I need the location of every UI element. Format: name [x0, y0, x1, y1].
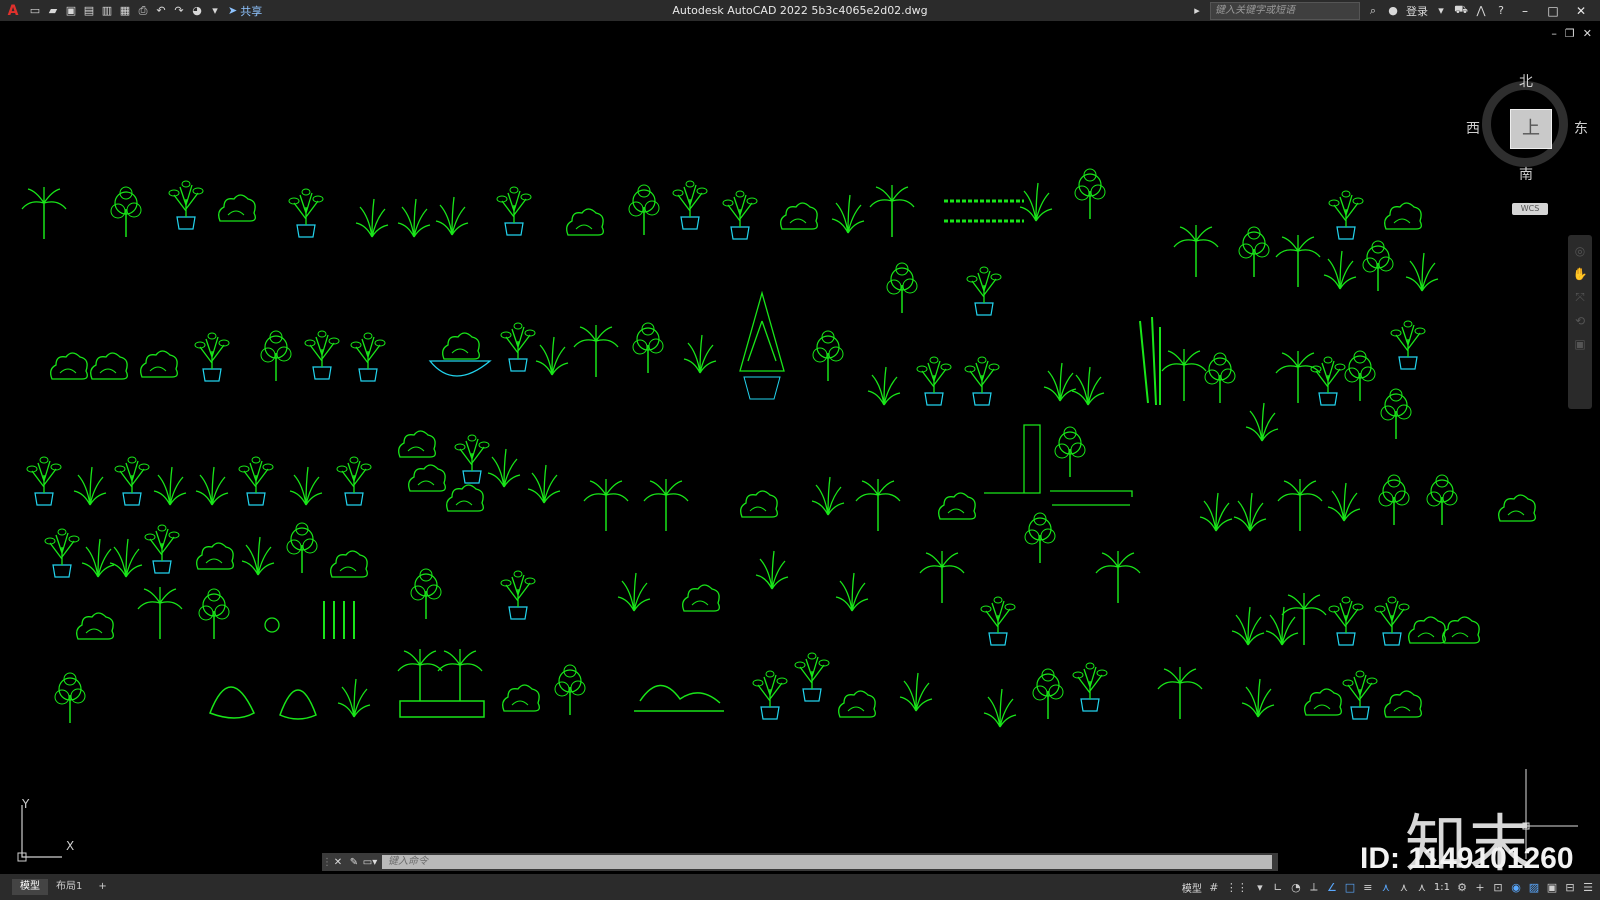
grid-icon[interactable]: #	[1208, 881, 1220, 894]
command-line-grip-icon[interactable]: ⋮	[322, 857, 332, 868]
customize-command-line-icon[interactable]: ✎	[346, 857, 362, 868]
compass-east[interactable]: 东	[1574, 118, 1588, 138]
ucs-x-label: X	[66, 839, 75, 853]
viewcube-top-face[interactable]: 上	[1510, 109, 1552, 149]
watermark-id: ID: 1149101260	[1360, 842, 1574, 875]
undo-icon[interactable]: ↶	[152, 2, 170, 20]
plant-row-3	[26, 424, 1536, 532]
workspace-gear-icon[interactable]: ⚙	[1456, 881, 1468, 894]
quick-properties-icon[interactable]: ◉	[1510, 881, 1522, 894]
viewport-restore-icon[interactable]: ❐	[1565, 27, 1575, 40]
annotation-monitor-icon[interactable]: +	[1474, 881, 1486, 894]
isodraft-icon[interactable]: ⟂	[1308, 880, 1320, 894]
steering-wheel-icon[interactable]: ◎	[1568, 244, 1592, 258]
autodesk-app-icon[interactable]: ⋀	[1474, 4, 1488, 17]
cart-icon[interactable]: ⛟	[1454, 3, 1468, 18]
viewport-minimize-icon[interactable]: –	[1551, 27, 1557, 40]
quick-access-toolbar: A ▭ ▰ ▣ ▤ ▥ ▦ ⎙ ↶ ↷ ◕ ▾ ➤ 共享	[0, 0, 263, 21]
lineweight-icon[interactable]: ≡	[1362, 881, 1374, 894]
share-icon: ➤	[228, 4, 238, 17]
login-label[interactable]: 登录	[1406, 3, 1428, 19]
titlebar-right-tools: ▸ 键入关键字或短语 ⌕ ● 登录 ▾ ⛟ ⋀ ? – □ ✕	[1190, 0, 1600, 21]
login-dropdown-icon[interactable]: ▾	[1434, 4, 1448, 17]
new-file-icon[interactable]: ▭	[26, 2, 44, 20]
wcs-menu[interactable]: WCS	[1512, 203, 1548, 215]
minimize-button[interactable]: –	[1514, 4, 1536, 18]
share-button[interactable]: ➤ 共享	[228, 3, 262, 19]
hardware-acceleration-icon[interactable]: ▨	[1528, 881, 1540, 894]
units-icon[interactable]: ⊡	[1492, 881, 1504, 894]
status-tools: 模型 # ⋮⋮ ▾ ∟ ◔ ⟂ ∠ □ ≡ ⋏ ⋏ ⋏ 1:1 ⚙ + ⊡ ◉ …	[1182, 874, 1594, 900]
annotation-visibility-icon[interactable]: ⋏	[1380, 881, 1392, 894]
viewport-close-icon[interactable]: ✕	[1583, 27, 1592, 40]
viewcube[interactable]: 上 北 南 西 东 WCS	[1466, 61, 1590, 215]
zoom-extents-icon[interactable]: ⤧	[1568, 290, 1592, 305]
ucs-y-label: Y	[22, 797, 30, 811]
plant-row-2	[50, 234, 1439, 442]
polar-tracking-icon[interactable]: ◔	[1290, 881, 1302, 894]
viewport-controls: – ❐ ✕	[1551, 27, 1592, 40]
navigation-bar: ◎ ✋ ⤧ ⟲ ▣	[1568, 235, 1592, 409]
title-bar: A ▭ ▰ ▣ ▤ ▥ ▦ ⎙ ↶ ↷ ◕ ▾ ➤ 共享 Autodesk Au…	[0, 0, 1600, 21]
status-bar: 模型 布局1 + 模型 # ⋮⋮ ▾ ∟ ◔ ⟂ ∠ □ ≡ ⋏ ⋏ ⋏ 1:1…	[0, 874, 1600, 900]
annotation-scale-label[interactable]: 1:1	[1434, 882, 1450, 893]
command-input[interactable]: 键入命令	[382, 855, 1272, 869]
save-icon[interactable]: ▣	[62, 2, 80, 20]
ortho-icon[interactable]: ∟	[1272, 881, 1284, 894]
maximize-button[interactable]: □	[1542, 4, 1564, 18]
expand-arrow-icon[interactable]: ▸	[1190, 4, 1204, 17]
web-save-icon[interactable]: ▥	[98, 2, 116, 20]
customize-dropdown-icon[interactable]: ▾	[206, 2, 224, 20]
close-command-line-icon[interactable]: ✕	[330, 857, 346, 868]
plant-row-4	[44, 512, 1480, 646]
command-line: ⋮ ✕ ✎ ▭▾ 键入命令	[322, 853, 1278, 871]
isolate-objects-icon[interactable]: ▣	[1546, 881, 1558, 894]
autocad-logo-button[interactable]: A	[0, 0, 26, 21]
workspace-icon[interactable]: ◕	[188, 2, 206, 20]
pan-icon[interactable]: ✋	[1568, 267, 1592, 281]
compass-west[interactable]: 西	[1466, 118, 1480, 138]
close-button[interactable]: ✕	[1570, 4, 1592, 18]
drawing-viewport[interactable]: – ❐ ✕ 上 北 南 西 东 WCS ◎ ✋ ⤧ ⟲ ▣ Y X 知末	[0, 21, 1600, 874]
redo-icon[interactable]: ↷	[170, 2, 188, 20]
compass-north[interactable]: 北	[1519, 71, 1533, 91]
add-layout-button[interactable]: +	[90, 879, 114, 895]
help-icon[interactable]: ?	[1494, 4, 1508, 17]
search-input[interactable]: 键入关键字或短语	[1210, 1, 1360, 20]
tab-layout1[interactable]: 布局1	[48, 879, 90, 895]
object-snap-tracking-icon[interactable]: ∠	[1326, 881, 1338, 894]
plant-row-1	[21, 168, 1422, 278]
model-space-label[interactable]: 模型	[1182, 880, 1202, 895]
plant-row-5	[54, 648, 1422, 728]
showmotion-icon[interactable]: ▣	[1568, 337, 1592, 351]
clean-screen-icon[interactable]: ⊟	[1564, 881, 1576, 894]
customize-menu-icon[interactable]: ☰	[1582, 881, 1594, 894]
save-as-icon[interactable]: ▤	[80, 2, 98, 20]
share-label: 共享	[240, 4, 263, 18]
compass-south[interactable]: 南	[1519, 164, 1533, 184]
object-snap-icon[interactable]: □	[1344, 881, 1356, 894]
recent-commands-icon[interactable]: ▭▾	[362, 857, 378, 868]
snap-icon[interactable]: ⋮⋮	[1226, 881, 1248, 894]
orbit-icon[interactable]: ⟲	[1568, 314, 1592, 328]
tab-model[interactable]: 模型	[12, 879, 48, 895]
print-icon[interactable]: ⎙	[134, 2, 152, 20]
user-icon[interactable]: ●	[1386, 4, 1400, 17]
search-icon[interactable]: ⌕	[1366, 4, 1380, 18]
snap-dropdown-icon[interactable]: ▾	[1254, 881, 1266, 894]
plant-drawing-canvas	[21, 168, 1536, 728]
open-web-icon[interactable]: ▦	[116, 2, 134, 20]
annotation-scale-icon[interactable]: ⋏	[1416, 881, 1428, 894]
open-folder-icon[interactable]: ▰	[44, 2, 62, 20]
annotation-autoscale-icon[interactable]: ⋏	[1398, 881, 1410, 894]
